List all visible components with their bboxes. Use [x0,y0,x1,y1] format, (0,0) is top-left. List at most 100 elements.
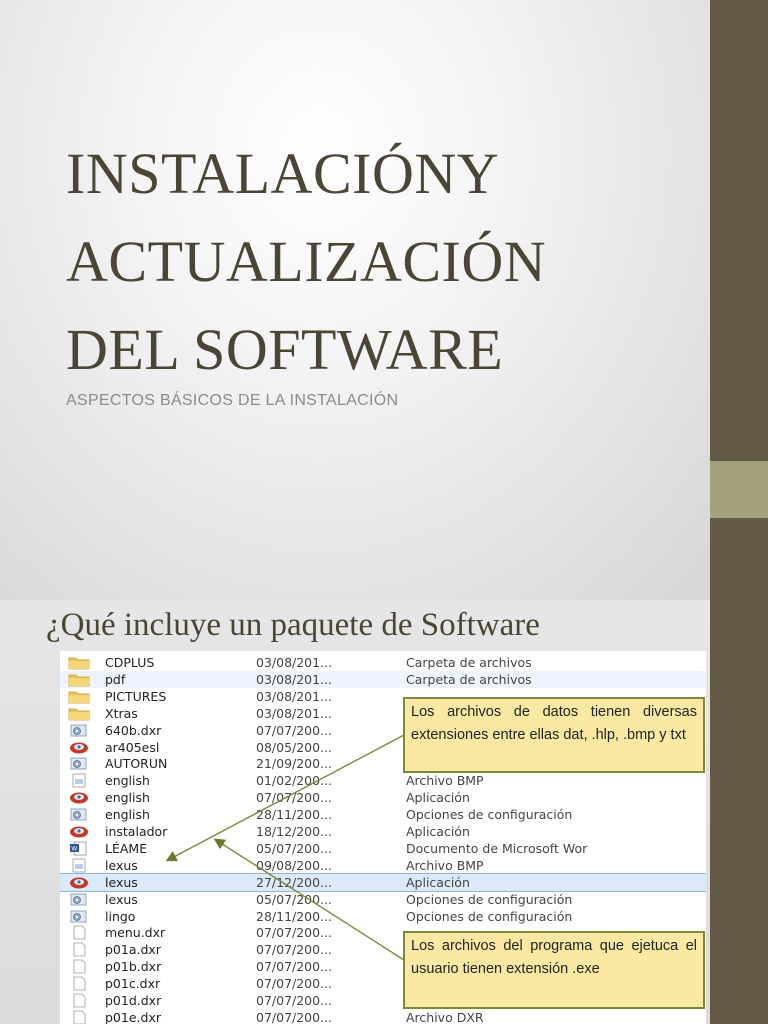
file-name: PICTURES [105,688,167,704]
file-name: AUTORUN [105,756,168,772]
file-date: 28/11/200... [256,908,333,924]
file-date: 21/09/200... [256,756,333,772]
app-exe-icon [68,790,90,805]
file-row[interactable]: english 01/02/200... Archivo BMP [60,772,706,789]
file-row[interactable]: lexus 05/07/200... Opciones de configuraci… [60,891,706,908]
file-date: 03/08/201... [256,655,333,670]
app-exe-icon [68,740,90,755]
slide-subtitle: ASPECTOS BÁSICOS DE LA INSTALACIÓN [66,392,399,409]
slide-title: INSTALACIÓNY ACTUALIZACIÓN DEL SOFTWARE [66,130,686,394]
file-name: lexus [105,874,138,890]
file-type: Opciones de configuración [406,807,573,823]
blank-file-icon [68,925,90,940]
file-type: Archivo BMP [406,857,484,873]
file-row[interactable]: W LÉAME 05/07/200... Documento de Microsoft… [60,840,706,857]
file-type: Documento de Microsoft Wor [406,840,588,856]
file-date: 07/07/200... [256,925,333,941]
file-date: 18/12/200... [256,824,333,839]
folder-icon [68,672,90,687]
file-row[interactable]: english 28/11/200... Opciones de configura… [60,806,706,823]
folder-icon [68,689,90,704]
file-date: 07/07/200... [256,993,333,1008]
file-date: 03/08/201... [256,688,333,704]
blank-file-icon [68,942,90,957]
file-name: pdf [105,671,126,687]
file-date: 07/07/200... [256,976,333,992]
file-name: p01b.dxr [105,959,162,975]
file-date: 07/07/200... [256,790,333,806]
bmp-icon [68,773,90,788]
app-settings-icon [68,723,90,738]
file-type: Aplicación [406,824,470,839]
callout-program-files: Los archivos del programa que ejetuca el… [403,931,705,1009]
file-name: Xtras [105,705,138,721]
file-name: LÉAME [105,840,148,856]
file-name: menu.dxr [105,925,166,941]
callout-data-files: Los archivos de datos tienen diversas ex… [403,697,705,773]
file-date: 05/07/200... [256,840,333,856]
file-date: 01/02/200... [256,773,333,789]
file-name: p01d.dxr [105,993,162,1008]
file-type: Opciones de configuración [406,891,573,907]
file-type: Aplicación [406,874,470,890]
app-exe-icon [68,824,90,839]
app-settings-icon [68,909,90,924]
file-date: 05/07/200... [256,891,333,907]
file-date: 03/08/201... [256,671,333,687]
file-name: 640b.dxr [105,722,162,738]
file-type: Aplicación [406,790,470,806]
file-row[interactable]: lingo 28/11/200... Opciones de configuraci… [60,908,706,925]
file-type: Archivo BMP [406,773,484,789]
file-name: lexus [105,891,138,907]
file-date: 09/08/200... [256,857,333,873]
app-settings-icon [68,756,90,771]
sidebar-accent-block [710,461,768,518]
file-row[interactable]: p01e.dxr 07/07/200... Archivo DXR [60,1009,706,1024]
file-name: ar405esl [105,739,160,755]
file-type: Carpeta de archivos [406,655,532,670]
blank-file-icon [68,976,90,991]
file-row[interactable]: instalador 18/12/200... Aplicación [60,823,706,840]
file-date: 07/07/200... [256,942,333,958]
folder-icon [68,706,90,721]
app-settings-icon [68,892,90,907]
file-date: 28/11/200... [256,807,333,823]
file-type: Carpeta de archivos [406,671,532,687]
file-name: lingo [105,908,136,924]
file-date: 07/07/200... [256,722,333,738]
file-name: english [105,807,150,823]
bmp-icon [68,858,90,873]
file-type: Archivo DXR [406,1009,484,1024]
folder-icon [68,655,90,670]
word-doc-icon: W [68,841,90,856]
blank-file-icon [68,1010,90,1024]
file-name: CDPLUS [105,655,155,670]
file-row[interactable]: CDPLUS 03/08/201... Carpeta de archivos [60,654,706,671]
blank-file-icon [68,993,90,1008]
file-row[interactable]: lexus 09/08/200... Archivo BMP [60,857,706,874]
file-name: lexus [105,857,138,873]
file-name: english [105,790,150,806]
file-name: english [105,773,150,789]
file-name: instalador [105,824,168,839]
file-name: p01e.dxr [105,1009,161,1024]
file-name: p01c.dxr [105,976,161,992]
file-date: 03/08/201... [256,705,333,721]
app-settings-icon [68,807,90,822]
file-date: 27/12/200... [256,874,333,890]
svg-text:W: W [71,845,77,852]
title-line: ACTUALIZACIÓN [66,229,547,294]
file-date: 07/07/200... [256,1009,333,1024]
app-exe-icon [68,875,90,890]
slide-heading: ¿Qué incluye un paquete de Software [46,607,540,643]
title-line: DEL SOFTWARE [66,317,504,382]
file-date: 08/05/200... [256,739,333,755]
blank-file-icon [68,959,90,974]
file-row[interactable]: pdf 03/08/201... Carpeta de archivos [60,670,706,688]
title-line: INSTALACIÓNY [66,141,500,206]
file-row[interactable]: english 07/07/200... Aplicación [60,789,706,806]
file-type: Opciones de configuración [406,908,573,924]
file-row[interactable]: lexus 27/12/200... Aplicación [60,872,706,892]
file-date: 07/07/200... [256,959,333,975]
file-name: p01a.dxr [105,942,161,958]
